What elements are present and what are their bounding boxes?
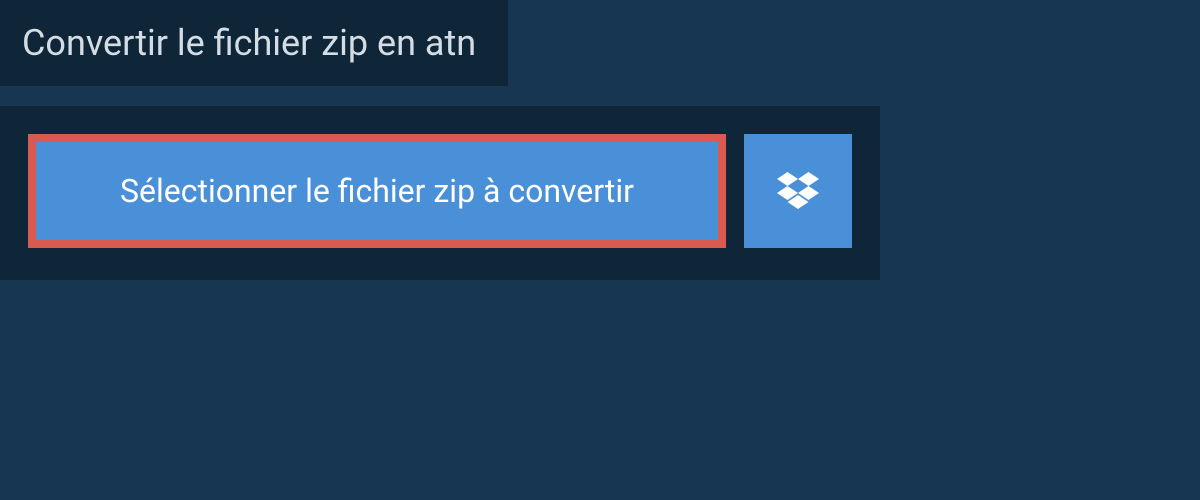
page-title: Convertir le fichier zip en atn [22, 22, 476, 64]
title-tab: Convertir le fichier zip en atn [0, 0, 508, 86]
upload-panel: Sélectionner le fichier zip à convertir [0, 106, 880, 280]
select-file-button-label: Sélectionner le fichier zip à convertir [120, 172, 634, 210]
dropbox-icon [777, 172, 819, 210]
select-file-button[interactable]: Sélectionner le fichier zip à convertir [28, 134, 726, 248]
dropbox-button[interactable] [744, 134, 852, 248]
